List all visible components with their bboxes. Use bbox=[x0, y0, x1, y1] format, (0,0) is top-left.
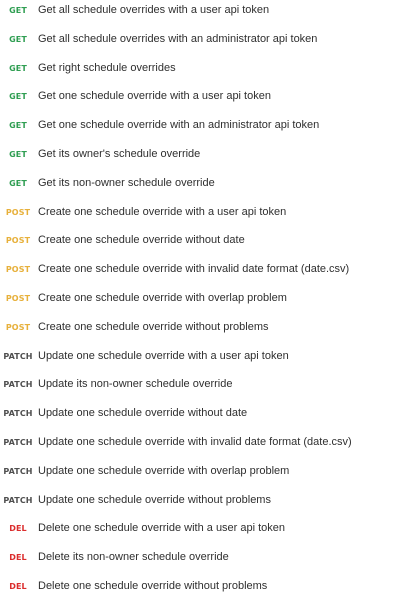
method-badge: POST bbox=[5, 235, 31, 245]
request-item[interactable]: GET Get one schedule override with an ad… bbox=[0, 115, 405, 135]
request-item[interactable]: POST Create one schedule override with a… bbox=[0, 202, 405, 222]
request-item[interactable]: PATCH Update one schedule override witho… bbox=[0, 403, 405, 423]
method-badge: PATCH bbox=[3, 466, 33, 476]
request-name: Update one schedule override with overla… bbox=[38, 465, 290, 477]
request-item[interactable]: POST Create one schedule override withou… bbox=[0, 230, 405, 250]
request-name: Update one schedule override without pro… bbox=[38, 494, 271, 506]
request-item[interactable]: DEL Delete its non-owner schedule overri… bbox=[0, 547, 405, 567]
request-name: Delete one schedule override without pro… bbox=[38, 580, 268, 592]
request-item[interactable]: GET Get all schedule overrides with an a… bbox=[0, 29, 405, 49]
request-list: GET Get all schedule overrides with a us… bbox=[0, 0, 405, 599]
method-badge: PATCH bbox=[3, 495, 33, 505]
method-badge: PATCH bbox=[3, 379, 33, 389]
request-name: Delete its non-owner schedule override bbox=[38, 551, 229, 563]
request-item[interactable]: DEL Delete one schedule override without… bbox=[0, 576, 405, 596]
request-item[interactable]: PATCH Update one schedule override with … bbox=[0, 346, 405, 366]
method-badge: DEL bbox=[9, 581, 27, 591]
request-name: Update one schedule override without dat… bbox=[38, 407, 248, 419]
request-name: Update one schedule override with a user… bbox=[38, 350, 289, 362]
request-name: Update one schedule override with invali… bbox=[38, 436, 352, 448]
method-badge: GET bbox=[9, 178, 27, 188]
request-name: Get all schedule overrides with a user a… bbox=[38, 4, 270, 16]
method-badge: GET bbox=[9, 149, 27, 159]
request-name: Create one schedule override with invali… bbox=[38, 263, 350, 275]
method-badge: GET bbox=[9, 120, 27, 130]
method-badge: GET bbox=[9, 5, 27, 15]
request-name: Create one schedule override without pro… bbox=[38, 321, 269, 333]
request-name: Create one schedule override without dat… bbox=[38, 234, 245, 246]
request-name: Get right schedule overrides bbox=[38, 62, 176, 74]
request-item[interactable]: PATCH Update one schedule override with … bbox=[0, 461, 405, 481]
request-name: Create one schedule override with overla… bbox=[38, 292, 287, 304]
request-item[interactable]: GET Get one schedule override with a use… bbox=[0, 86, 405, 106]
method-badge: POST bbox=[5, 207, 31, 217]
request-item[interactable]: PATCH Update one schedule override witho… bbox=[0, 490, 405, 510]
method-badge: POST bbox=[5, 293, 31, 303]
request-name: Create one schedule override with a user… bbox=[38, 206, 287, 218]
method-badge: PATCH bbox=[3, 351, 33, 361]
request-item[interactable]: GET Get its owner's schedule override bbox=[0, 144, 405, 164]
request-name: Get one schedule override with an admini… bbox=[38, 119, 320, 131]
request-item[interactable]: DEL Delete one schedule override with a … bbox=[0, 518, 405, 538]
method-badge: GET bbox=[9, 63, 27, 73]
request-item[interactable]: GET Get its non-owner schedule override bbox=[0, 173, 405, 193]
method-badge: GET bbox=[9, 91, 27, 101]
method-badge: DEL bbox=[9, 552, 27, 562]
request-name: Get its non-owner schedule override bbox=[38, 177, 215, 189]
request-item[interactable]: PATCH Update its non-owner schedule over… bbox=[0, 374, 405, 394]
request-name: Delete one schedule override with a user… bbox=[38, 522, 286, 534]
method-badge: POST bbox=[5, 322, 31, 332]
method-badge: PATCH bbox=[3, 437, 33, 447]
request-name: Get all schedule overrides with an admin… bbox=[38, 33, 318, 45]
request-item[interactable]: POST Create one schedule override withou… bbox=[0, 317, 405, 337]
method-badge: POST bbox=[5, 264, 31, 274]
request-name: Update its non-owner schedule override bbox=[38, 378, 233, 390]
request-name: Get its owner's schedule override bbox=[38, 148, 201, 160]
request-name: Get one schedule override with a user ap… bbox=[38, 90, 271, 102]
method-badge: GET bbox=[9, 34, 27, 44]
method-badge: DEL bbox=[9, 523, 27, 533]
method-badge: PATCH bbox=[3, 408, 33, 418]
request-item[interactable]: PATCH Update one schedule override with … bbox=[0, 432, 405, 452]
request-item[interactable]: POST Create one schedule override with o… bbox=[0, 288, 405, 308]
request-item[interactable]: GET Get right schedule overrides bbox=[0, 58, 405, 78]
request-item[interactable]: GET Get all schedule overrides with a us… bbox=[0, 0, 405, 20]
request-item[interactable]: POST Create one schedule override with i… bbox=[0, 259, 405, 279]
